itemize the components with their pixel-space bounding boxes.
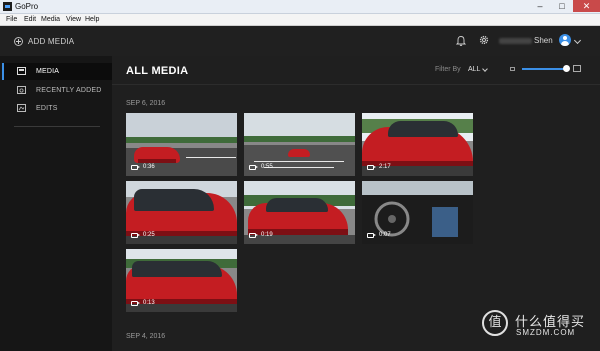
close-button[interactable]: ✕ [573,0,600,12]
maximize-button[interactable]: □ [551,0,573,12]
sidebar: MEDIA RECENTLY ADDED EDITS [0,56,114,351]
video-camera-icon [131,164,140,170]
media-thumbnail[interactable]: 2:17 [362,113,473,176]
video-duration: 0:07 [379,232,391,238]
window-titlebar: GoPro – □ ✕ [0,0,600,14]
minimize-button[interactable]: – [529,0,551,12]
filter-by-label: Filter By [435,66,461,73]
video-camera-icon [249,164,258,170]
sidebar-item-label: MEDIA [36,68,60,75]
video-duration: 0:19 [261,232,273,238]
main-content: ALL MEDIA Filter By ALL SEP 6, 2016 0:36… [112,56,600,351]
gopro-app-icon [3,2,12,11]
large-thumbnail-icon[interactable] [573,65,581,72]
media-thumbnail[interactable]: 0:13 [126,249,237,312]
video-duration: 0:25 [143,232,155,238]
video-camera-icon [367,232,376,238]
app-header: ADD MEDIA Shen [0,26,600,56]
sidebar-item-media[interactable]: MEDIA [2,63,114,80]
sidebar-item-label: RECENTLY ADDED [36,87,102,94]
small-thumbnail-icon[interactable] [510,67,515,71]
recently-added-icon [17,86,26,94]
media-icon [17,67,26,75]
video-duration: 2:17 [379,164,391,170]
sidebar-item-label: EDITS [36,105,58,112]
video-duration: 0:55 [261,164,273,170]
plus-circle-icon [14,36,23,46]
video-duration: 0:36 [143,164,155,170]
sidebar-divider [14,126,100,127]
filter-dropdown[interactable]: ALL [468,66,480,73]
media-thumbnail[interactable]: 0:19 [244,181,355,244]
add-media-label: ADD MEDIA [28,36,75,46]
video-camera-icon [131,232,140,238]
media-thumbnail[interactable]: 0:55 [244,113,355,176]
media-thumbnail[interactable]: 0:07 [362,181,473,244]
media-thumbnail[interactable]: 0:25 [126,181,237,244]
add-media-button[interactable]: ADD MEDIA [14,35,74,47]
edits-icon [17,104,26,112]
sidebar-item-edits[interactable]: EDITS [4,100,112,117]
menu-file[interactable]: File [6,14,17,25]
user-name-blurred [499,38,532,44]
sidebar-item-recently-added[interactable]: RECENTLY ADDED [4,82,112,99]
video-camera-icon [131,300,140,306]
menu-media[interactable]: Media [41,14,60,25]
date-group-label: SEP 4, 2016 [126,333,166,340]
video-camera-icon [367,164,376,170]
window-title: GoPro [15,2,39,11]
slider-handle[interactable] [563,65,570,72]
menu-view[interactable]: View [66,14,81,25]
thumbnail-size-slider[interactable] [522,68,564,70]
watermark-domain: SMZDM.COM [516,328,576,337]
bell-icon[interactable] [456,35,466,46]
page-title: ALL MEDIA [126,65,189,77]
media-thumbnail[interactable]: 0:36 [126,113,237,176]
chevron-down-icon[interactable] [482,66,488,72]
video-duration: 0:13 [143,300,155,306]
chevron-down-icon[interactable] [573,36,582,45]
menu-bar: File Edit Media View Help [0,14,600,26]
avatar-icon[interactable] [559,34,571,46]
watermark-logo: 值 [482,310,508,336]
date-group-label: SEP 6, 2016 [126,100,166,107]
user-name[interactable]: Shen [534,35,553,47]
video-camera-icon [249,232,258,238]
menu-help[interactable]: Help [85,14,99,25]
gear-icon[interactable] [478,34,490,46]
header-divider [112,84,600,85]
menu-edit[interactable]: Edit [24,14,36,25]
